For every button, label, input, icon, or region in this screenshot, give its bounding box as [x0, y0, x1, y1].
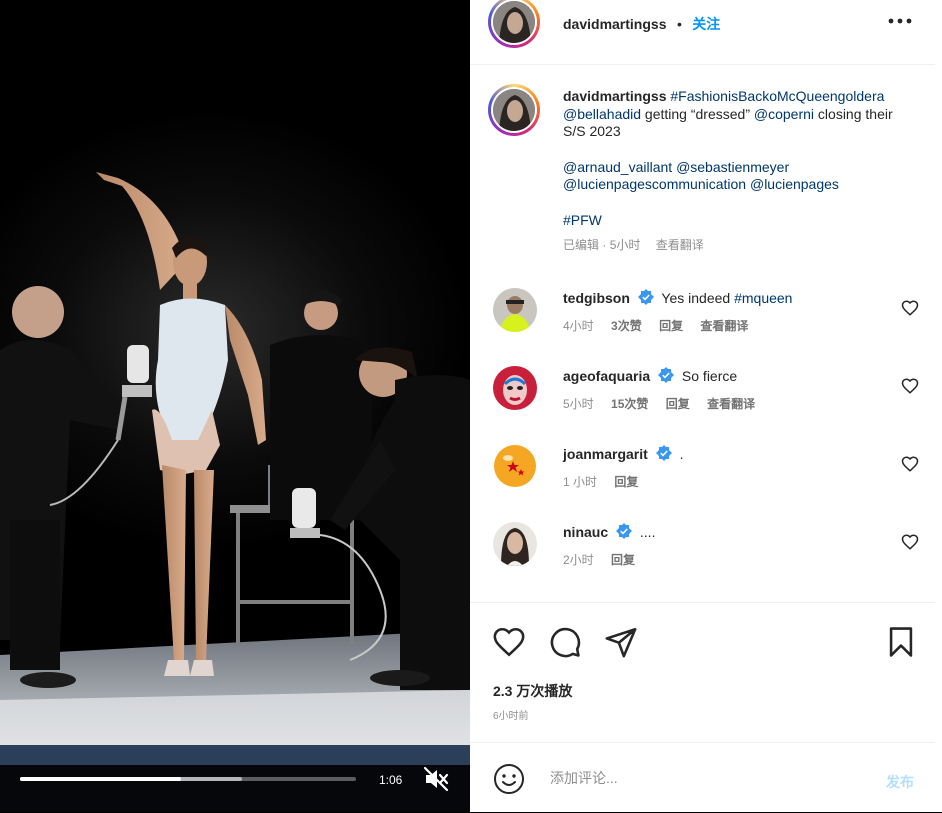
page-edge — [935, 0, 942, 812]
post-actions: 2.3 万次播放 6小时前 — [470, 602, 935, 743]
comment-age: 2小时 — [563, 553, 594, 567]
comment-item: ageofaquaria So fierce 5小时 15次赞 回复 查看翻译 — [470, 363, 935, 423]
play-count[interactable]: 2.3 万次播放 — [493, 681, 572, 701]
mention-arnaud[interactable]: @arnaud_vaillant — [563, 159, 672, 175]
verified-badge-icon — [637, 289, 654, 305]
comment-age: 4小时 — [563, 319, 594, 333]
heart-outline-icon[interactable] — [901, 455, 919, 473]
like-heart-icon[interactable] — [492, 625, 526, 659]
author-avatar[interactable] — [488, 0, 540, 48]
comment-item: joanmargarit . 1 小时 回复 — [470, 441, 935, 501]
mention-sebastien[interactable]: @sebastienmeyer — [676, 159, 789, 175]
reply-button[interactable]: 回复 — [611, 553, 635, 567]
commenter-avatar[interactable] — [493, 522, 537, 566]
comment-age: 5小时 — [563, 397, 594, 411]
mention-coperni[interactable]: @coperni — [754, 106, 814, 122]
caption-age: 5小时 — [609, 238, 641, 252]
comment-text: Yes indeed — [661, 290, 735, 306]
caption-hashtag[interactable]: #FashionisBackoMcQueengoldera — [670, 88, 884, 104]
mention-lucien[interactable]: @lucienpages — [750, 176, 839, 192]
caption-translate[interactable]: 查看翻译 — [656, 238, 704, 252]
muted-speaker-icon[interactable] — [423, 766, 449, 792]
mention-bellahadid[interactable]: @bellahadid — [563, 106, 641, 122]
commenter-avatar[interactable] — [493, 366, 537, 410]
more-horizontal-icon[interactable] — [885, 10, 915, 32]
comment-hashtag[interactable]: #mqueen — [734, 290, 792, 306]
commenter-avatar[interactable] — [493, 444, 537, 488]
share-paper-plane-icon[interactable] — [604, 625, 638, 659]
comment-composer: 发布 — [470, 742, 935, 813]
header-dot: • — [676, 16, 682, 32]
heart-outline-icon[interactable] — [901, 377, 919, 395]
comment-text: So fierce — [681, 368, 738, 384]
comment-bubble-icon[interactable] — [548, 625, 582, 659]
emoji-icon[interactable] — [493, 763, 525, 795]
comment-username[interactable]: ageofaquaria — [563, 368, 650, 384]
meta-separator: · — [599, 238, 610, 252]
header-username[interactable]: davidmartingss — [563, 16, 666, 32]
translate-button[interactable]: 查看翻译 — [707, 397, 755, 411]
progress-fill — [20, 777, 182, 781]
video-time: 1:06 — [379, 773, 403, 787]
post-header: davidmartingss • 关注 — [470, 0, 935, 65]
comment-input[interactable] — [548, 765, 852, 791]
heart-outline-icon[interactable] — [901, 533, 919, 551]
caption: davidmartingss #FashionisBackoMcQueengol… — [563, 88, 913, 255]
post-comment-button[interactable]: 发布 — [886, 772, 914, 792]
translate-button[interactable]: 查看翻译 — [700, 319, 748, 333]
comment-text: . — [679, 446, 684, 462]
edited-label: 已编辑 — [563, 238, 600, 252]
verified-badge-icon — [655, 445, 672, 461]
comment-age: 1 小时 — [563, 475, 598, 489]
follow-button[interactable]: 关注 — [692, 16, 720, 32]
reply-button[interactable]: 回复 — [614, 475, 638, 489]
video-player[interactable]: 1:06 — [0, 0, 470, 812]
heart-outline-icon[interactable] — [901, 299, 919, 317]
verified-badge-icon — [658, 367, 675, 383]
comment-username[interactable]: ninauc — [563, 524, 608, 540]
caption-username[interactable]: davidmartingss — [563, 88, 666, 104]
comment-item: ninauc .... 2小时 回复 — [470, 519, 935, 579]
reply-button[interactable]: 回复 — [659, 319, 683, 333]
hashtag-pfw[interactable]: #PFW — [563, 212, 602, 228]
video-frame-runway — [0, 172, 470, 812]
caption-text: getting “dressed” — [641, 105, 754, 122]
posted-time: 6小时前 — [493, 711, 529, 722]
video-progress-bar[interactable] — [20, 777, 356, 781]
reply-button[interactable]: 回复 — [666, 397, 690, 411]
mention-lucien-comm[interactable]: @lucienpagescommunication — [563, 176, 746, 192]
comment-text: .... — [639, 524, 656, 540]
comment-likes[interactable]: 3次赞 — [611, 319, 642, 333]
commenter-avatar[interactable] — [493, 288, 537, 332]
comment-username[interactable]: joanmargarit — [563, 446, 648, 462]
comment-likes[interactable]: 15次赞 — [611, 397, 648, 411]
caption-avatar[interactable] — [488, 84, 540, 136]
comment-username[interactable]: tedgibson — [563, 290, 630, 306]
verified-badge-icon — [616, 523, 633, 539]
bookmark-icon[interactable] — [884, 625, 918, 659]
post-panel: davidmartingss • 关注 davidmartingss #Fash… — [470, 0, 935, 812]
comment-item: tedgibson Yes indeed #mqueen 4小时 3次赞 回复 … — [470, 285, 935, 345]
